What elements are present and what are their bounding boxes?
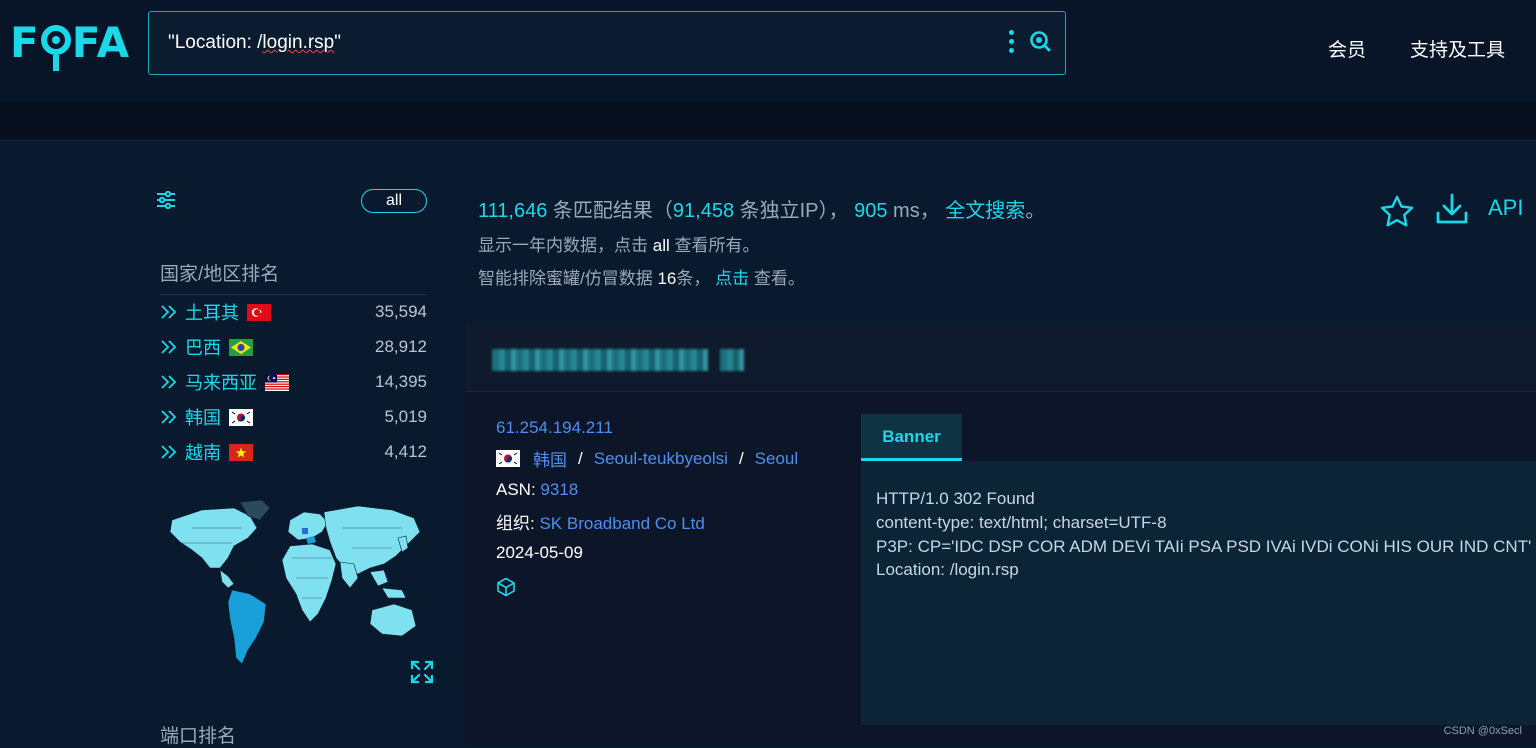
korea-flag-icon xyxy=(496,450,520,467)
chevron-double-right-icon xyxy=(161,410,177,424)
country-name[interactable]: 土耳其 xyxy=(185,299,239,325)
nav-support-tools[interactable]: 支持及工具 xyxy=(1410,35,1505,62)
country-row-malaysia[interactable]: 马来西亚 14,395 xyxy=(160,369,427,395)
country-row-korea[interactable]: 韩国 5,019 xyxy=(160,404,427,430)
redacted-title xyxy=(492,349,708,371)
banner-line: HTTP/1.0 302 Found xyxy=(876,489,1035,508)
country-name[interactable]: 马来西亚 xyxy=(185,369,257,395)
ip-link[interactable]: 61.254.194.211 xyxy=(496,418,798,438)
country-row-brazil[interactable]: 巴西 28,912 xyxy=(160,334,427,360)
malaysia-flag-icon xyxy=(265,373,289,391)
banner-line: Location: /login.rsp xyxy=(876,560,1019,579)
filter-settings-icon[interactable] xyxy=(156,191,176,209)
country-ranking-title: 国家/地区排名 xyxy=(160,264,280,285)
region-link[interactable]: Seoul-teukbyeolsi xyxy=(594,449,728,469)
asn-link[interactable]: 9318 xyxy=(540,480,578,499)
chevron-double-right-icon xyxy=(161,375,177,389)
stats-note-honeypot: 智能排除蜜罐/仿冒数据 16条， 点击 查看。 xyxy=(478,269,805,288)
org-link[interactable]: SK Broadband Co Ltd xyxy=(539,514,704,533)
country-row-vietnam[interactable]: 越南 4,412 xyxy=(160,439,427,465)
location-row: 韩国 / Seoul-teukbyeolsi / Seoul xyxy=(496,446,798,471)
vietnam-flag-icon xyxy=(229,443,253,461)
brazil-flag-icon xyxy=(229,338,253,356)
update-date: 2024-05-09 xyxy=(496,543,583,562)
port-ranking-title: 端口排名 xyxy=(160,726,237,747)
stats-note-year: 显示一年内数据，点击 all 查看所有。 xyxy=(478,236,760,255)
banner-content: HTTP/1.0 302 Found content-type: text/ht… xyxy=(861,461,1536,725)
stats-summary: 111,646 条匹配结果（91,458 条独立IP）， 905 ms， 全文搜… xyxy=(478,200,1046,222)
city-link[interactable]: Seoul xyxy=(755,449,798,469)
asn-row: ASN: 9318 xyxy=(496,480,579,499)
result-stats: 111,646 条匹配结果（91,458 条独立IP）， 905 ms， 全文搜… xyxy=(478,194,1045,289)
show-all-link[interactable]: all xyxy=(653,236,670,255)
banner-line: content-type: text/html; charset=UTF-8 xyxy=(876,513,1167,532)
search-icon[interactable] xyxy=(1029,30,1051,52)
world-map[interactable] xyxy=(162,498,424,673)
redacted-title xyxy=(720,349,744,371)
download-icon[interactable] xyxy=(1435,192,1469,226)
search-query-text[interactable]: "Location: /login.rsp" xyxy=(168,32,341,54)
match-count: 111,646 xyxy=(478,200,548,222)
country-link[interactable]: 韩国 xyxy=(533,446,567,471)
top-header: F FA "Location: /login.rsp" 会员 支持及工具 xyxy=(0,0,1536,102)
chevron-double-right-icon xyxy=(161,445,177,459)
nav-membership[interactable]: 会员 xyxy=(1328,35,1366,62)
country-count: 28,912 xyxy=(375,337,427,356)
chevron-double-right-icon xyxy=(161,340,177,354)
unique-ip-count: 91,458 xyxy=(672,200,735,222)
country-count: 14,395 xyxy=(375,372,427,391)
more-options-icon[interactable] xyxy=(1009,30,1015,53)
result-title-bar xyxy=(465,323,1536,392)
fulltext-search-link[interactable]: 全文搜索 xyxy=(945,200,1025,222)
country-count: 5,019 xyxy=(384,407,427,426)
banner-line: P3P: CP='IDC DSP COR ADM DEVi TAIi PSA P… xyxy=(876,537,1532,556)
fofa-logo[interactable]: F FA xyxy=(10,16,130,71)
country-count: 35,594 xyxy=(375,302,427,321)
search-input[interactable]: "Location: /login.rsp" xyxy=(148,11,1066,75)
org-row: 组织: SK Broadband Co Ltd xyxy=(496,514,705,533)
view-honeypot-link[interactable]: 点击 xyxy=(715,269,749,288)
host-info: 61.254.194.211 韩国 / Seoul-teukbyeolsi / … xyxy=(496,418,798,597)
turkey-flag-icon xyxy=(247,303,271,321)
chevron-double-right-icon xyxy=(161,305,177,319)
api-button[interactable]: API xyxy=(1488,195,1523,221)
country-name[interactable]: 韩国 xyxy=(185,404,221,430)
divider xyxy=(160,294,427,295)
cube-icon[interactable] xyxy=(496,577,516,597)
header-band xyxy=(0,102,1536,141)
star-icon[interactable] xyxy=(1380,195,1414,227)
country-row-turkey[interactable]: 土耳其 35,594 xyxy=(160,299,427,325)
honeypot-count: 16 xyxy=(657,269,677,288)
expand-icon[interactable] xyxy=(410,660,434,684)
query-time: 905 xyxy=(854,200,888,222)
country-count: 4,412 xyxy=(384,442,427,461)
all-filter-button[interactable]: all xyxy=(361,189,427,213)
csdn-watermark: CSDN @0xSecl xyxy=(1443,725,1522,737)
korea-flag-icon xyxy=(229,408,253,426)
result-card: 61.254.194.211 韩国 / Seoul-teukbyeolsi / … xyxy=(465,323,1536,745)
tab-banner[interactable]: Banner xyxy=(861,414,962,461)
country-name[interactable]: 巴西 xyxy=(185,334,221,360)
country-name[interactable]: 越南 xyxy=(185,439,221,465)
